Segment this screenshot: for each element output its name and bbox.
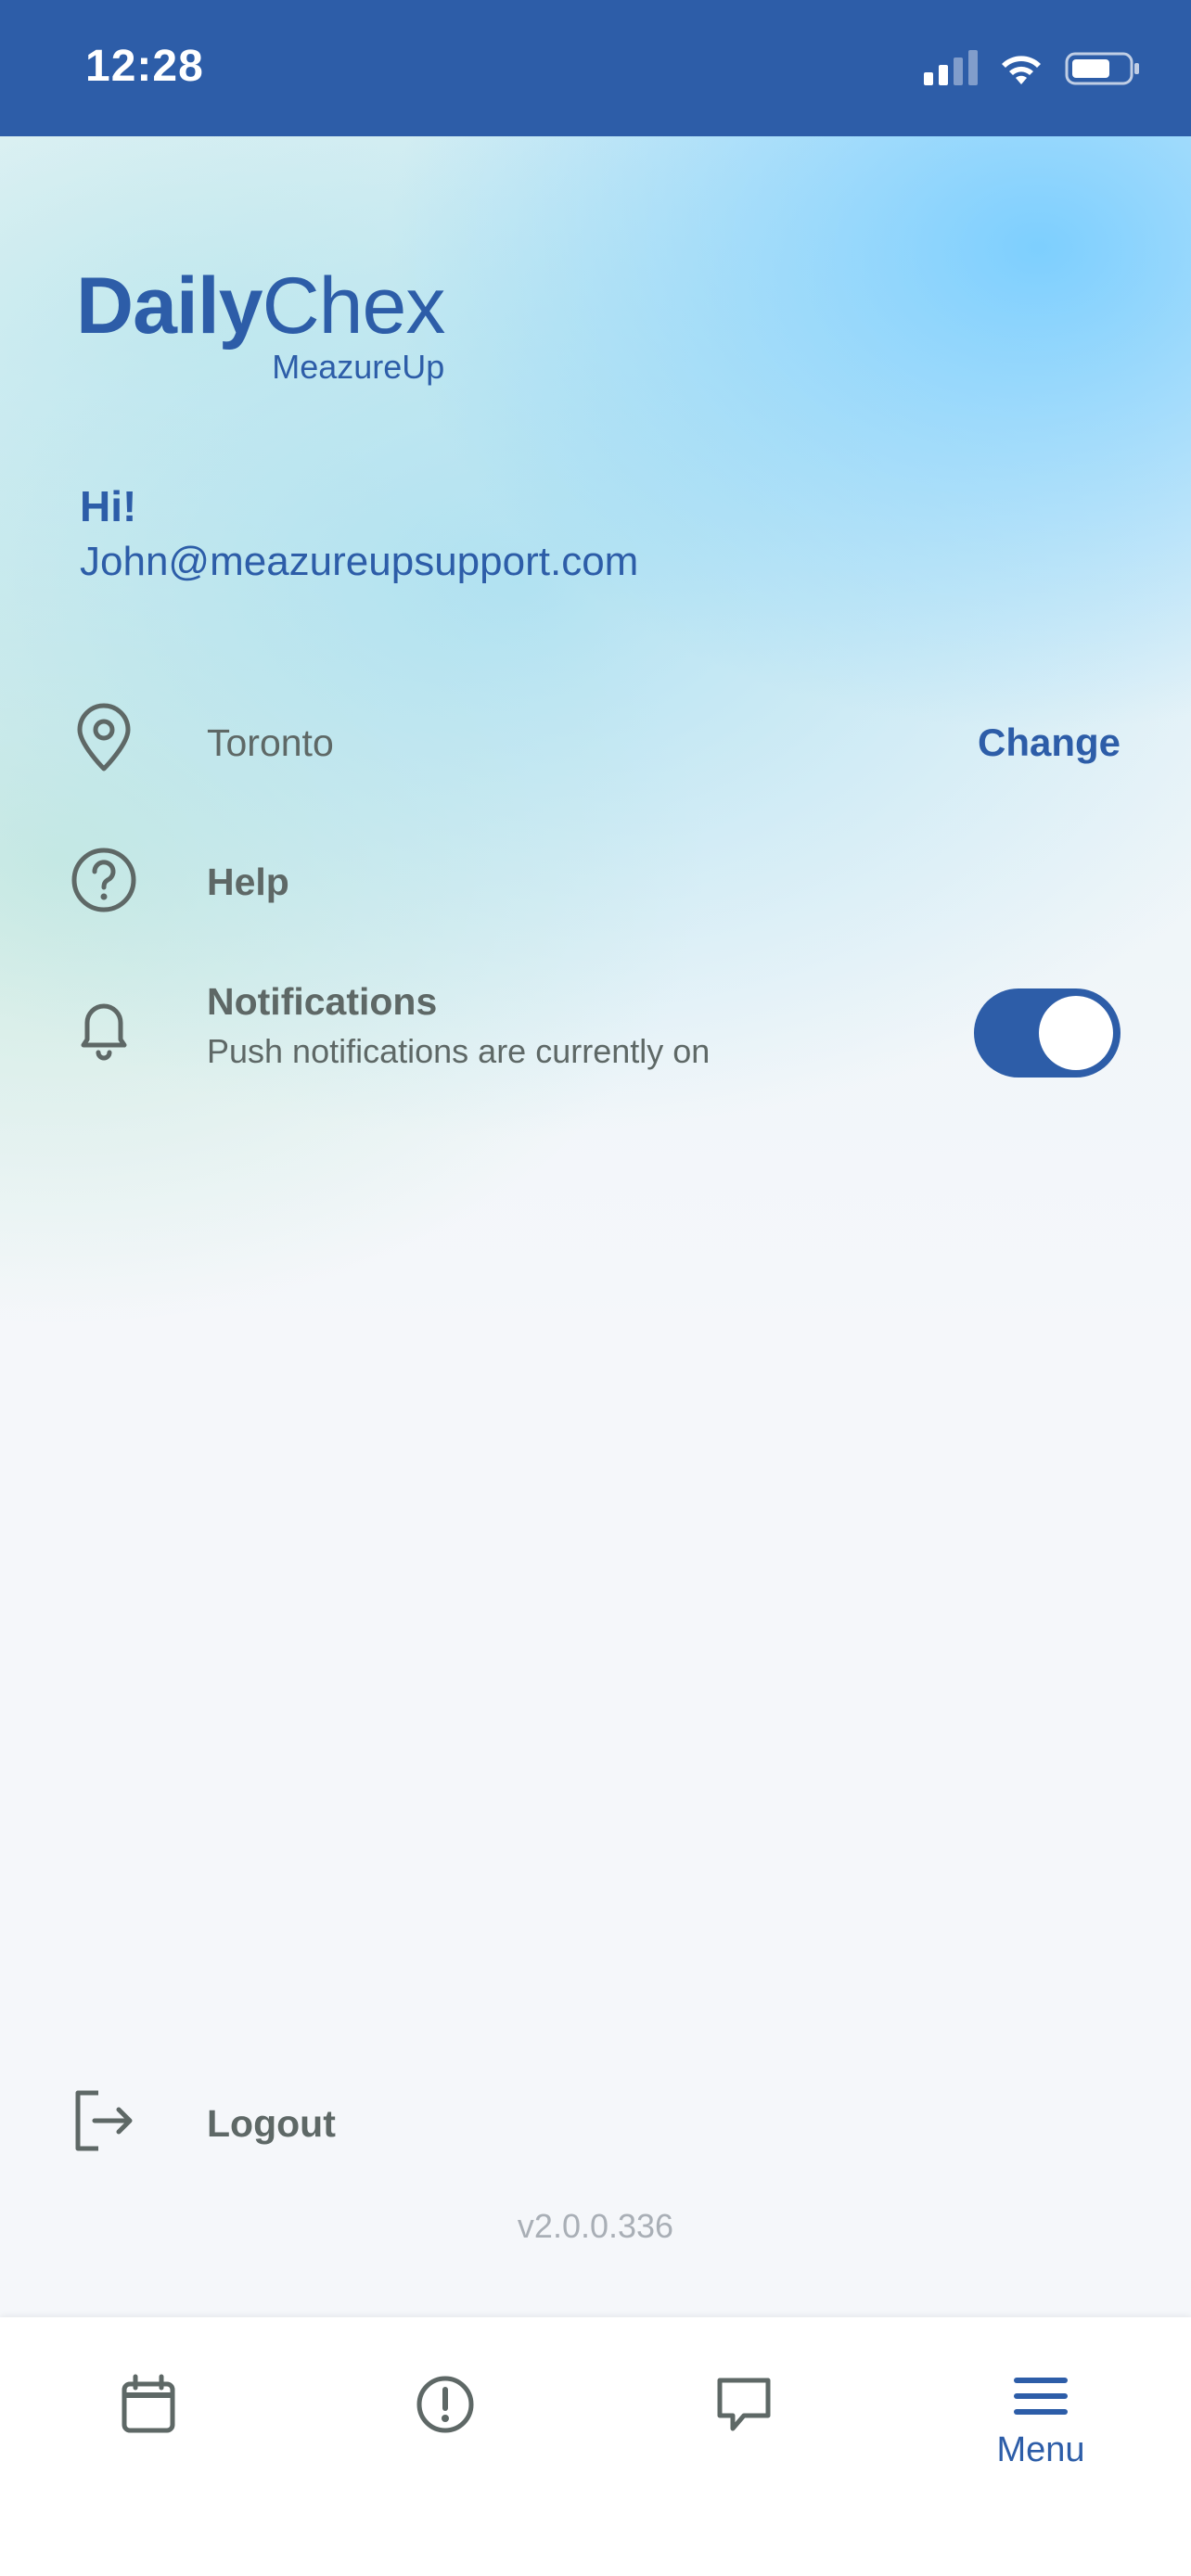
location-row: Toronto Change [0, 698, 1191, 791]
menu-icon [1014, 2378, 1068, 2415]
menu-screen: DailyChex MeazureUp Hi! John@meazureupsu… [0, 136, 1191, 2317]
tab-menu[interactable]: Menu [948, 2354, 1133, 2484]
help-label: Help [207, 861, 289, 903]
user-greeting: Hi! John@meazureupsupport.com [80, 481, 638, 585]
tab-menu-label: Menu [996, 2430, 1085, 2469]
tab-alerts[interactable] [352, 2354, 538, 2484]
tab-calendar[interactable] [56, 2354, 241, 2484]
logout-row[interactable]: Logout [0, 2074, 1191, 2167]
user-email: John@meazureupsupport.com [80, 539, 639, 584]
alert-circle-icon [416, 2376, 474, 2433]
logo-main-regular: Chex [262, 261, 446, 351]
location-label: Toronto [207, 721, 334, 764]
logo-sub: MeazureUp [272, 348, 445, 386]
notifications-subtitle: Push notifications are currently on [207, 1032, 711, 1070]
notifications-toggle[interactable] [974, 988, 1121, 1078]
map-pin-icon [77, 703, 131, 772]
battery-icon [1065, 52, 1139, 85]
tab-messages[interactable] [651, 2354, 837, 2484]
help-circle-icon [71, 848, 136, 912]
notifications-label: Notifications [207, 980, 438, 1023]
calendar-icon [122, 2374, 175, 2433]
notifications-row: Notifications Push notifications are cur… [0, 973, 1191, 1093]
cellular-signal-icon [924, 50, 978, 85]
wifi-icon [1002, 56, 1041, 84]
logo-main-bold: Daily [76, 261, 263, 351]
change-location-button[interactable]: Change [978, 721, 1121, 765]
app-version: v2.0.0.336 [517, 2207, 674, 2245]
help-row[interactable]: Help [0, 837, 1191, 930]
bottom-tab-bar: Menu [0, 2317, 1191, 2576]
logout-icon [75, 2090, 133, 2151]
bell-icon [81, 1003, 127, 1061]
status-bar: 12:28 [0, 0, 1191, 136]
status-time: 12:28 [85, 42, 204, 91]
greeting-hi: Hi! [80, 482, 137, 530]
toggle-knob [1039, 996, 1113, 1070]
status-icons [924, 50, 1141, 87]
logout-label: Logout [207, 2102, 336, 2145]
dailychex-logo: DailyChex MeazureUp [76, 266, 445, 386]
message-icon [717, 2378, 771, 2431]
